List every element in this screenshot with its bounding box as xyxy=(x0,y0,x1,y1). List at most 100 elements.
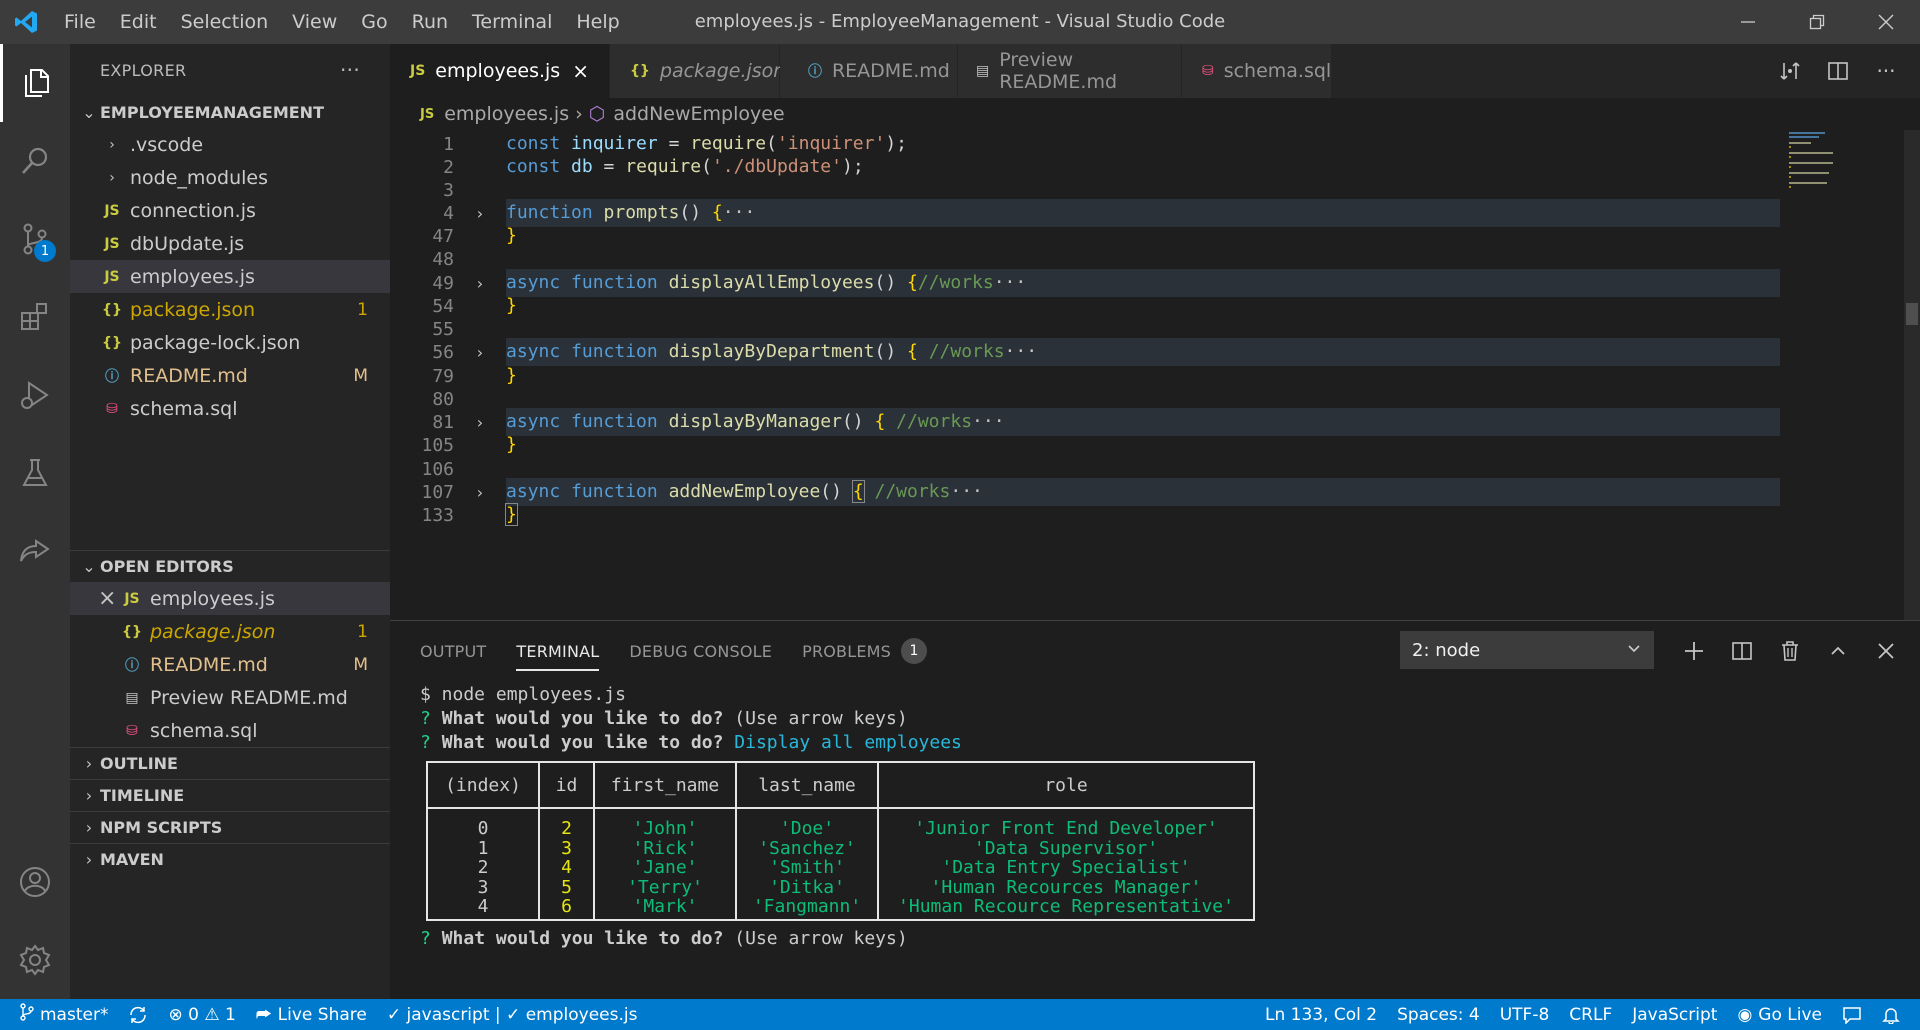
warning-icon: ⚠ xyxy=(204,1004,220,1025)
problems-indicator[interactable]: ⊗ 0 ⚠ 1 xyxy=(158,999,245,1030)
tree-folder-vscode[interactable]: › .vscode xyxy=(70,128,390,161)
notifications-bell-icon[interactable] xyxy=(1872,999,1920,1030)
tree-file-schema-sql[interactable]: ⛁ schema.sql xyxy=(70,392,390,425)
menu-selection[interactable]: Selection xyxy=(169,0,281,44)
settings-gear-icon[interactable] xyxy=(0,921,70,999)
project-section-title[interactable]: ⌄ EMPLOYEEMANAGEMENT xyxy=(70,96,390,128)
menu-terminal[interactable]: Terminal xyxy=(460,0,564,44)
terminal-select[interactable]: 2: node xyxy=(1400,631,1654,669)
tree-file-readme-md[interactable]: ⓘ README.md M xyxy=(70,359,390,392)
folded-ellipsis[interactable]: ··· xyxy=(994,272,1027,293)
more-actions-icon[interactable]: ··· xyxy=(340,58,360,82)
open-changes-icon[interactable] xyxy=(1766,60,1814,82)
live-share-icon[interactable] xyxy=(0,512,70,590)
split-editor-icon[interactable] xyxy=(1814,60,1862,82)
menu-file[interactable]: File xyxy=(52,0,108,44)
tab-terminal[interactable]: TERMINAL xyxy=(516,621,600,681)
open-editor-readme-md[interactable]: ⓘ README.md M xyxy=(70,648,390,681)
menu-edit[interactable]: Edit xyxy=(108,0,169,44)
open-editor-schema-sql[interactable]: ⛁ schema.sql xyxy=(70,714,390,747)
search-icon[interactable] xyxy=(0,122,70,200)
code-token: () xyxy=(679,202,712,223)
npm-scripts-section-title[interactable]: › NPM SCRIPTS xyxy=(70,811,390,843)
run-debug-icon[interactable] xyxy=(0,356,70,434)
code-token: require xyxy=(625,156,702,177)
explorer-icon[interactable] xyxy=(0,44,70,122)
tab-employees-js[interactable]: JS employees.js × xyxy=(390,44,610,98)
tree-folder-node-modules[interactable]: › node_modules xyxy=(70,161,390,194)
plus-icon[interactable] xyxy=(1670,640,1718,662)
database-file-icon: ⛁ xyxy=(1201,63,1214,79)
cursor-position[interactable]: Ln 133, Col 2 xyxy=(1255,999,1387,1030)
chevron-right-icon[interactable]: › xyxy=(454,204,506,223)
menu-go[interactable]: Go xyxy=(349,0,399,44)
branch-indicator[interactable]: master* xyxy=(0,999,118,1030)
chevron-right-icon[interactable]: › xyxy=(454,274,506,293)
minimap[interactable] xyxy=(1785,130,1905,620)
folded-ellipsis[interactable]: ··· xyxy=(972,411,1005,432)
folded-ellipsis[interactable]: ··· xyxy=(723,202,756,223)
timeline-section-title[interactable]: › TIMELINE xyxy=(70,779,390,811)
minimize-icon[interactable] xyxy=(1713,0,1782,44)
open-editors-section-title[interactable]: ⌄ OPEN EDITORS xyxy=(70,550,390,582)
open-editor-employees-js[interactable]: × JS employees.js xyxy=(70,582,390,615)
live-share-button[interactable]: ⮫ Live Share xyxy=(246,999,377,1030)
tab-package-json[interactable]: {} package.json xyxy=(609,44,785,98)
code-token: async xyxy=(506,411,561,432)
open-editor-label: employees.js xyxy=(150,587,275,610)
close-icon[interactable]: × xyxy=(98,586,120,611)
indentation[interactable]: Spaces: 4 xyxy=(1387,999,1490,1030)
tab-problems[interactable]: PROBLEMS 1 xyxy=(802,621,928,681)
tree-file-dbupdate-js[interactable]: JS dbUpdate.js xyxy=(70,227,390,260)
restore-icon[interactable] xyxy=(1782,0,1851,44)
breadcrumb-file[interactable]: employees.js xyxy=(444,103,569,125)
table-cell: 'Fangmann' xyxy=(735,897,879,921)
accounts-icon[interactable] xyxy=(0,843,70,921)
code-comment: //works xyxy=(896,411,973,432)
tab-preview-readme[interactable]: ▤ Preview README.md xyxy=(957,44,1182,98)
close-icon[interactable]: × xyxy=(572,59,589,83)
tree-file-package-json[interactable]: {} package.json 1 xyxy=(70,293,390,326)
language-mode[interactable]: JavaScript xyxy=(1622,999,1727,1030)
close-icon[interactable] xyxy=(1862,642,1910,660)
open-editor-package-json[interactable]: {} package.json 1 xyxy=(70,615,390,648)
sync-icon[interactable] xyxy=(118,999,158,1030)
chevron-right-icon[interactable]: › xyxy=(454,483,506,502)
code-token: ( xyxy=(766,133,777,154)
go-live-button[interactable]: ◉ Go Live xyxy=(1727,999,1832,1030)
testing-icon[interactable] xyxy=(0,434,70,512)
tab-schema-sql[interactable]: ⛁ schema.sql xyxy=(1181,44,1332,98)
encoding[interactable]: UTF-8 xyxy=(1490,999,1560,1030)
breadcrumb-symbol[interactable]: addNewEmployee xyxy=(613,103,784,125)
terminal-output[interactable]: $ node employees.js ? What would you lik… xyxy=(420,683,1900,951)
table-cell: 4 xyxy=(426,897,540,921)
trash-icon[interactable] xyxy=(1766,640,1814,662)
chevron-right-icon[interactable]: › xyxy=(454,343,506,362)
menu-run[interactable]: Run xyxy=(400,0,460,44)
menu-view[interactable]: View xyxy=(280,0,349,44)
tab-output[interactable]: OUTPUT xyxy=(420,621,486,681)
maven-section-title[interactable]: › MAVEN xyxy=(70,843,390,875)
menu-help[interactable]: Help xyxy=(564,0,631,44)
chevron-up-icon[interactable] xyxy=(1814,641,1862,661)
open-editor-preview-readme[interactable]: ▤ Preview README.md xyxy=(70,681,390,714)
vertical-scrollbar[interactable] xyxy=(1904,130,1920,620)
tree-file-package-lock-json[interactable]: {} package-lock.json xyxy=(70,326,390,359)
close-window-icon[interactable] xyxy=(1851,0,1920,44)
tab-readme-md[interactable]: ⓘ README.md xyxy=(779,44,958,98)
extensions-icon[interactable] xyxy=(0,278,70,356)
eslint-status[interactable]: ✓ javascript | ✓ employees.js xyxy=(377,999,648,1030)
folded-ellipsis[interactable]: ··· xyxy=(950,481,983,502)
end-of-line[interactable]: CRLF xyxy=(1559,999,1622,1030)
tree-file-employees-js[interactable]: JS employees.js xyxy=(70,260,390,293)
code-editor[interactable]: 1 const inquirer = require('inquirer'); … xyxy=(390,130,1780,620)
outline-section-title[interactable]: › OUTLINE xyxy=(70,747,390,779)
feedback-icon[interactable] xyxy=(1832,999,1872,1030)
split-icon[interactable] xyxy=(1718,640,1766,662)
chevron-right-icon[interactable]: › xyxy=(454,413,506,432)
more-actions-icon[interactable]: ··· xyxy=(1862,59,1910,83)
folded-ellipsis[interactable]: ··· xyxy=(1005,341,1038,362)
tab-debug-console[interactable]: DEBUG CONSOLE xyxy=(629,621,772,681)
tree-file-connection-js[interactable]: JS connection.js xyxy=(70,194,390,227)
source-control-icon[interactable]: 1 xyxy=(0,200,70,278)
